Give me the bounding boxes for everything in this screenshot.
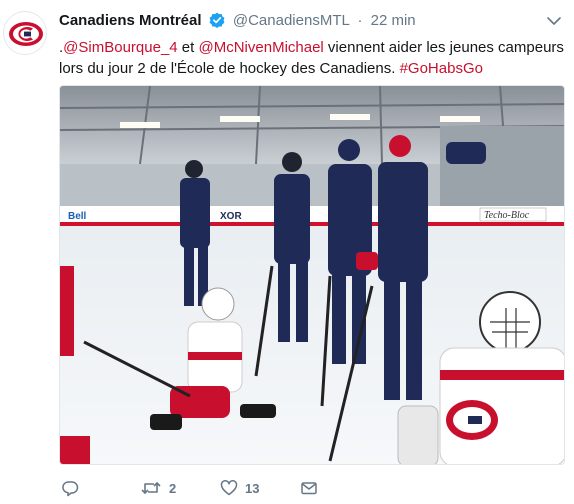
canadiens-logo-icon <box>9 22 43 46</box>
author-name[interactable]: Canadiens Montréal <box>59 12 202 29</box>
mention-link[interactable]: @SimBourque_4 <box>63 39 177 56</box>
avatar[interactable] <box>3 11 47 55</box>
reply-button[interactable] <box>61 476 86 500</box>
arena-seating <box>440 126 564 206</box>
hashtag-link[interactable]: #GoHabsGo <box>400 60 483 77</box>
direct-message-button[interactable] <box>300 476 318 500</box>
tweet-text: .@SimBourque_4 et @McNivenMichael vienne… <box>59 37 565 79</box>
retweet-button[interactable]: 2 <box>140 476 176 500</box>
envelope-icon <box>301 482 317 495</box>
player-edge-left <box>60 266 74 356</box>
heart-icon <box>220 480 238 496</box>
banner-brand-right: Techo-Bloc <box>484 210 530 221</box>
retweet-icon <box>141 482 161 494</box>
text-mid: et <box>177 39 199 56</box>
mention-link[interactable]: @McNivenMichael <box>199 39 324 56</box>
banner-brand-left: Bell <box>68 211 87 222</box>
timestamp[interactable]: 22 min <box>371 12 416 29</box>
author-handle[interactable]: @CanadiensMTL <box>233 12 349 29</box>
tweet-actions: 2 13 <box>59 476 379 500</box>
tweet-photo[interactable]: Bell XOR Techo-Bloc <box>59 85 565 465</box>
tweet-header: Canadiens Montréal @CanadiensMTL · 22 mi… <box>59 11 416 31</box>
retweet-count: 2 <box>169 480 177 496</box>
like-count: 13 <box>245 480 260 496</box>
like-button[interactable]: 13 <box>220 476 259 500</box>
tweet-card[interactable]: Canadiens Montréal @CanadiensMTL · 22 mi… <box>0 0 574 504</box>
player-edge-bottom <box>60 436 90 464</box>
verified-badge-icon <box>209 12 225 34</box>
reply-icon <box>62 481 79 497</box>
chevron-down-icon[interactable] <box>546 14 562 28</box>
banner-brand-mid: XOR <box>220 211 242 222</box>
separator-dot: · <box>357 12 363 29</box>
